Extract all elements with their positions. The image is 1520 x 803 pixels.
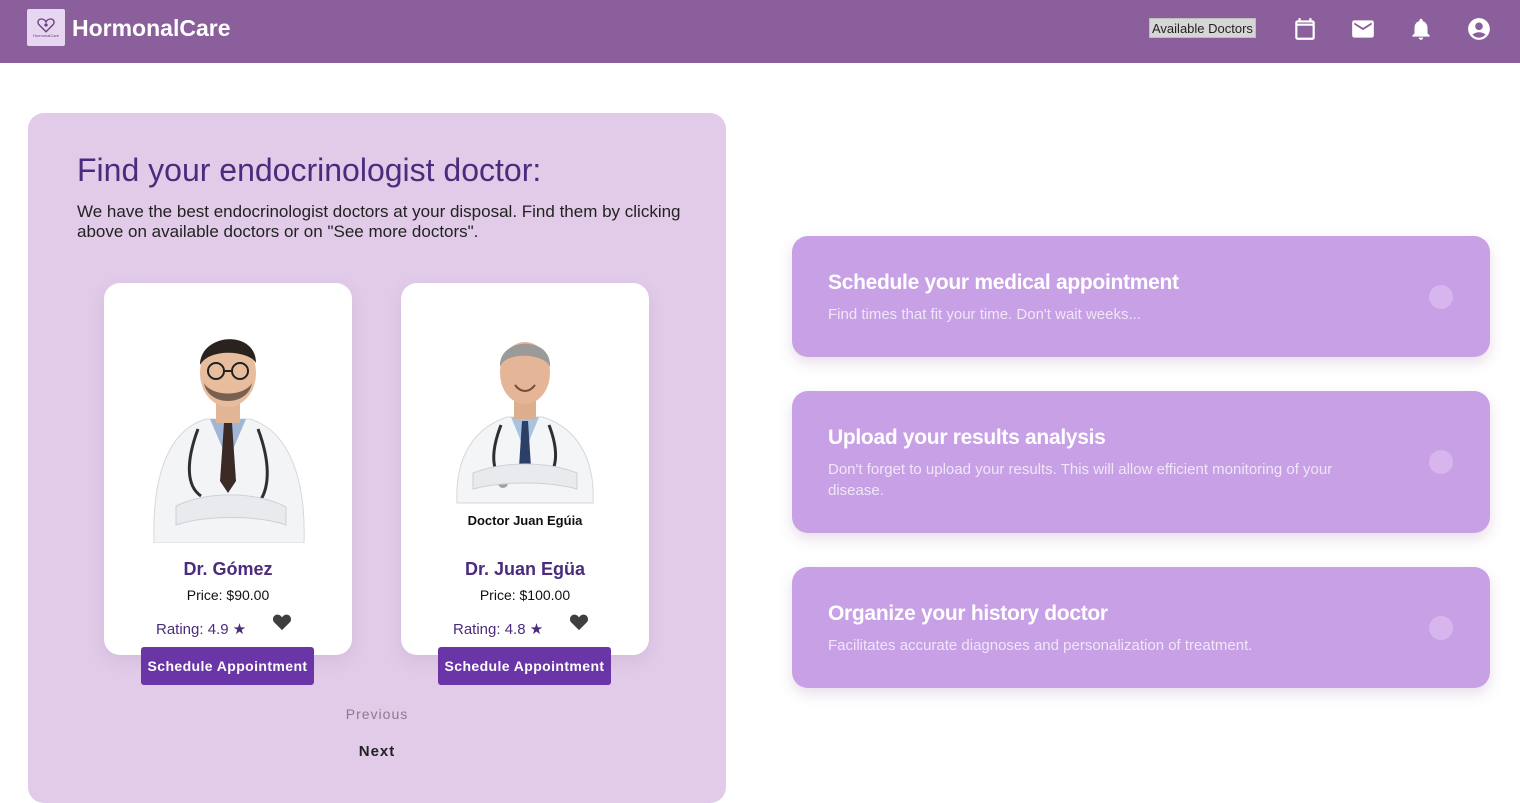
feature-card-upload[interactable]: Upload your results analysis Don't forge… (792, 391, 1490, 533)
doctor-name: Dr. Gómez (183, 559, 273, 579)
available-doctors-link[interactable]: Available Doctors (1149, 18, 1256, 38)
doctor-rating: Rating: 4.9 ★ (156, 621, 247, 638)
feature-card-history[interactable]: Organize your history doctor Facilitates… (792, 567, 1490, 688)
doctor-photo (456, 342, 594, 504)
find-doctor-panel: Find your endocrinologist doctor: We hav… (28, 113, 726, 803)
app-logo[interactable]: HormonalCare (27, 9, 65, 46)
doctor-photo (153, 339, 305, 543)
logo-text: HormonalCare (32, 33, 59, 38)
feature-description: Don't forget to upload your results. Thi… (828, 461, 1333, 499)
feature-title: Schedule your medical appointment (828, 271, 1179, 294)
photo-caption: Doctor Juan Egúia (467, 513, 583, 528)
favorite-heart-icon[interactable] (272, 613, 292, 631)
doctor-price: Price: $90.00 (186, 587, 270, 603)
heart-logo-icon (37, 18, 55, 33)
feature-indicator-dot (1429, 285, 1453, 309)
doctor-price: Price: $100.00 (479, 587, 571, 603)
feature-card-schedule[interactable]: Schedule your medical appointment Find t… (792, 236, 1490, 357)
feature-title: Upload your results analysis (828, 426, 1106, 449)
account-icon[interactable] (1466, 16, 1492, 42)
feature-description: Find times that fit your time. Don't wai… (828, 306, 1141, 323)
feature-description: Facilitates accurate diagnoses and perso… (828, 637, 1253, 654)
schedule-appointment-button[interactable]: Schedule Appointment (438, 647, 611, 685)
doctor-name: Dr. Juan Egüa (464, 559, 586, 579)
doctor-card[interactable]: Dr. Gómez Price: $90.00 Rating: 4.9 ★ (104, 283, 352, 655)
top-app-bar: HormonalCare HormonalCare Available Doct… (0, 0, 1520, 63)
feature-title: Organize your history doctor (828, 602, 1108, 625)
calendar-icon[interactable] (1292, 16, 1318, 42)
bell-icon[interactable] (1408, 16, 1434, 42)
feature-indicator-dot (1429, 616, 1453, 640)
doctor-rating: Rating: 4.8 ★ (453, 621, 544, 638)
favorite-heart-icon[interactable] (569, 613, 589, 631)
mail-icon[interactable] (1350, 16, 1376, 42)
section-title: Find your endocrinologist doctor: (77, 152, 542, 188)
feature-indicator-dot (1429, 450, 1453, 474)
doctor-card[interactable]: Doctor Juan Egúia Dr. Juan Egüa Price: $… (401, 283, 649, 655)
brand-name[interactable]: HormonalCare (72, 15, 230, 42)
next-button[interactable]: Next (28, 743, 726, 760)
schedule-appointment-button[interactable]: Schedule Appointment (141, 647, 314, 685)
section-subtitle: We have the best endocrinologist doctors… (77, 202, 681, 241)
previous-button[interactable]: Previous (28, 706, 726, 722)
